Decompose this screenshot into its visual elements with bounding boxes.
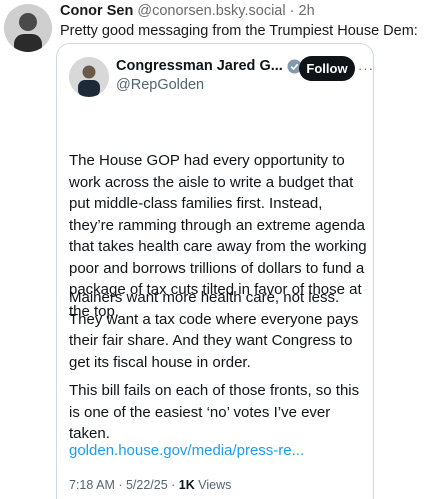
- embed-handle[interactable]: @RepGolden: [116, 77, 204, 93]
- press-release-link[interactable]: golden.house.gov/media/press-re...: [69, 442, 304, 459]
- post-time[interactable]: 2h: [299, 3, 315, 19]
- header-separator: ·: [289, 3, 295, 19]
- embed-avatar[interactable]: [69, 57, 109, 97]
- post-header: Conor Sen @conorsen.bsky.social · 2h: [60, 3, 315, 19]
- tweet-paragraph-2: Mainers want more health care, not less.…: [69, 289, 359, 371]
- author-name[interactable]: Conor Sen: [60, 3, 133, 19]
- follow-button[interactable]: Follow: [299, 56, 355, 81]
- embedded-tweet-card[interactable]: Congressman Jared G... @RepGolden Follow…: [56, 43, 374, 499]
- more-options-icon[interactable]: ···: [358, 61, 374, 76]
- post-text: Pretty good messaging from the Trumpiest…: [60, 23, 418, 39]
- author-avatar[interactable]: [4, 4, 52, 52]
- views-label: Views: [194, 478, 232, 492]
- embed-name-row: Congressman Jared G...: [116, 56, 320, 76]
- author-handle[interactable]: @conorsen.bsky.social: [137, 3, 285, 19]
- views-count: 1K: [178, 478, 195, 492]
- tweet-meta: 7:18 AM · 5/22/25 · 1K Views: [69, 478, 231, 492]
- embed-display-name[interactable]: Congressman Jared G...: [116, 58, 283, 74]
- tweet-timestamp[interactable]: 7:18 AM · 5/22/25 ·: [69, 478, 179, 492]
- tweet-paragraph-3: This bill fails on each of those fronts,…: [69, 382, 360, 442]
